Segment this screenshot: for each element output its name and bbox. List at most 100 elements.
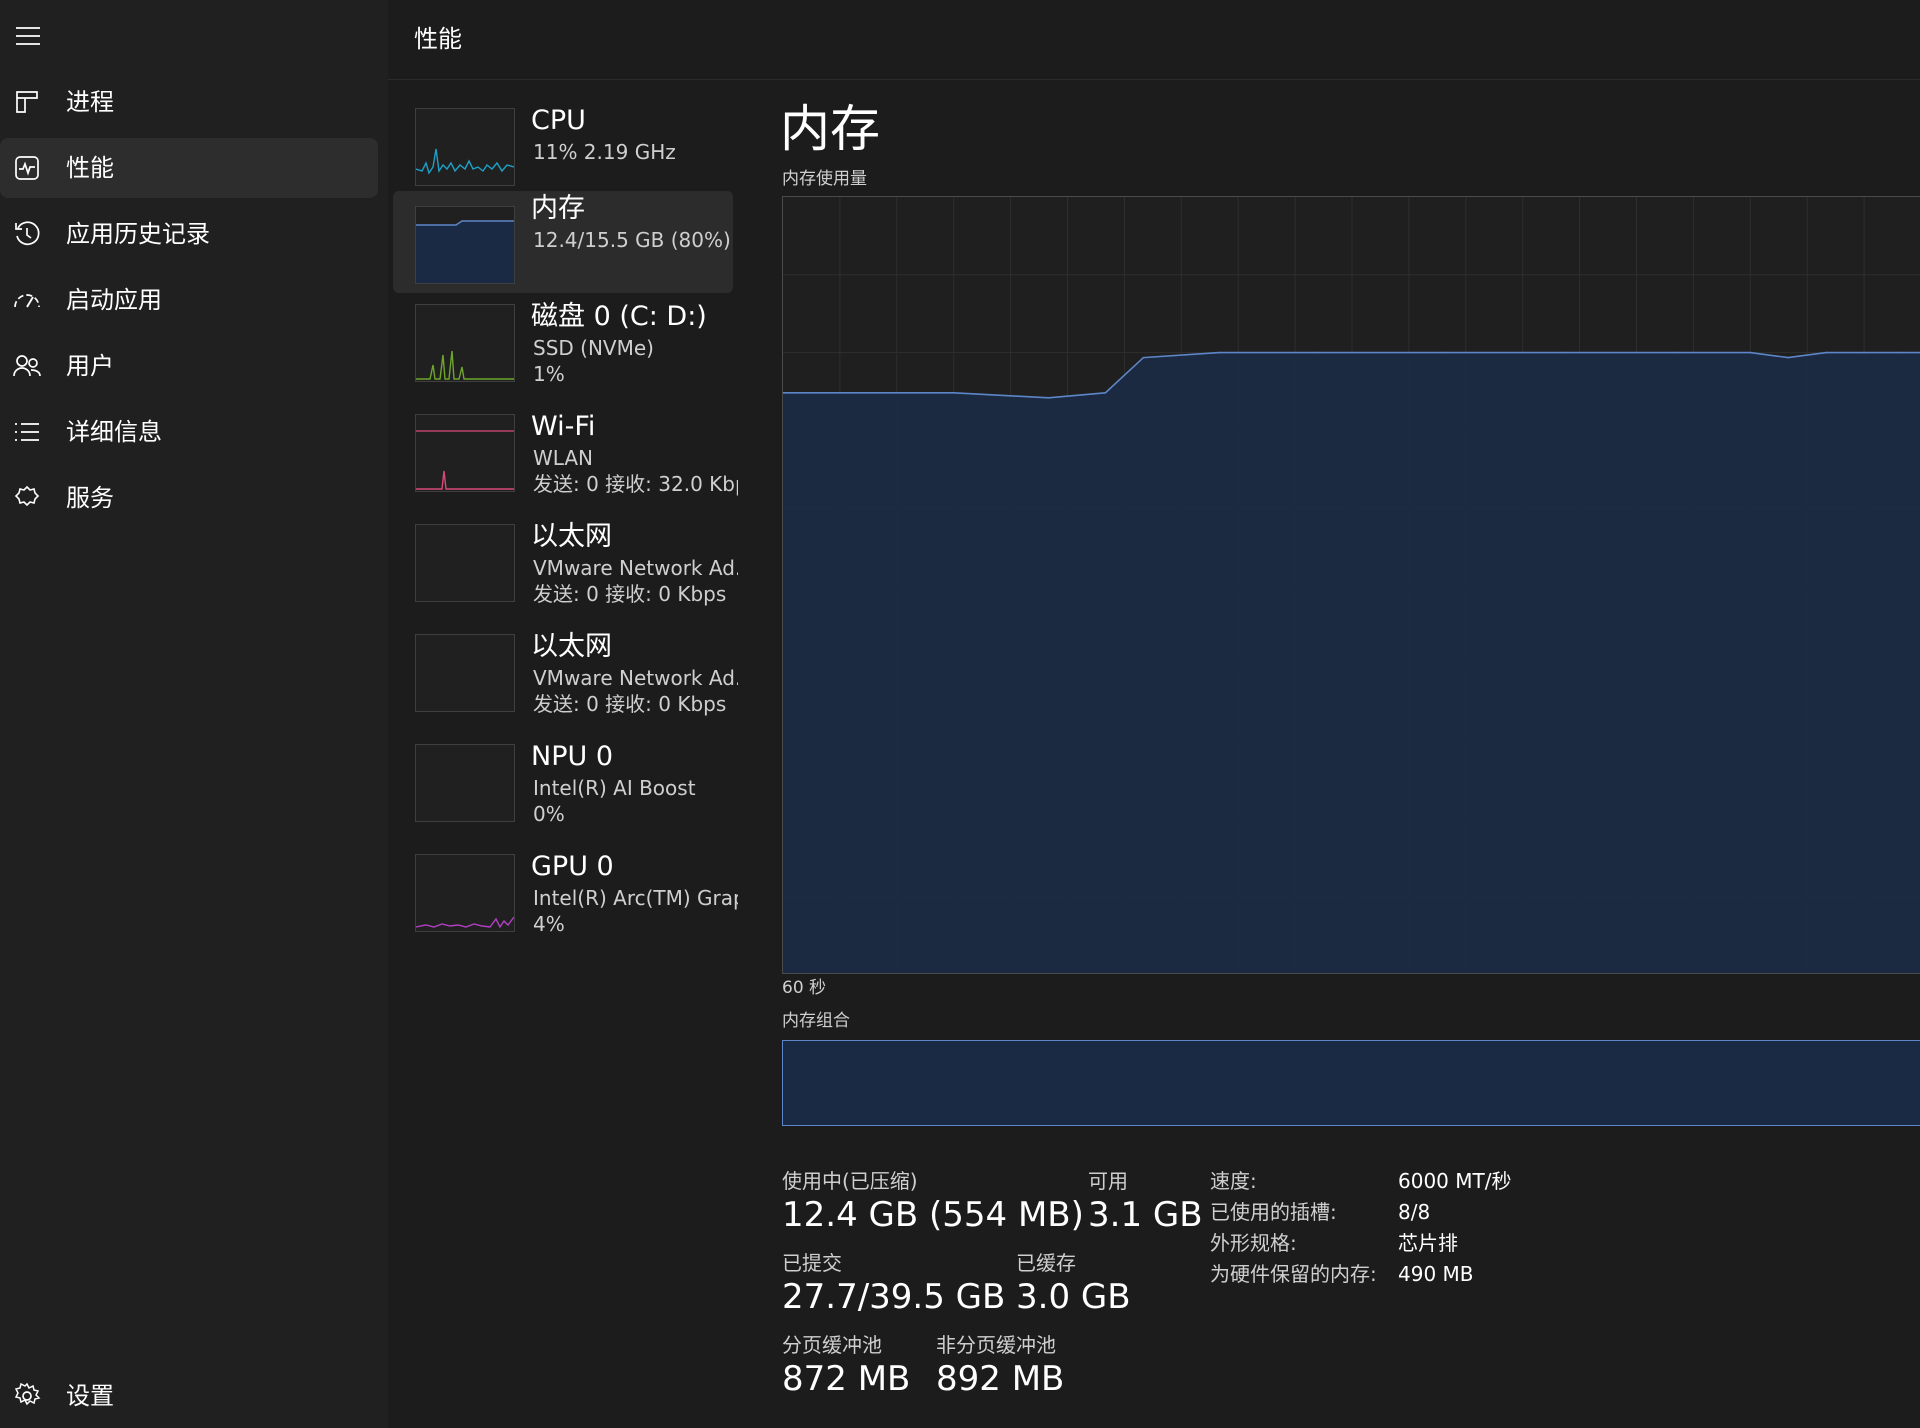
device-subtitle: Intel(R) Arc(TM) Graph... bbox=[533, 886, 738, 910]
sidebar-item-label: 启动应用 bbox=[66, 286, 162, 314]
sidebar-item-users[interactable]: 用户 bbox=[0, 336, 378, 396]
device-item-gpu[interactable]: GPU 0 Intel(R) Arc(TM) Graph... 4% bbox=[393, 849, 738, 951]
in-use-label: 使用中(已压缩) bbox=[782, 1169, 918, 1193]
device-title: 以太网 bbox=[531, 521, 612, 552]
device-subtitle: VMware Network Ad... bbox=[533, 556, 738, 580]
memory-usage-point bbox=[1142, 356, 1145, 359]
available-label: 可用 bbox=[1088, 1169, 1128, 1193]
sidebar-item-details[interactable]: 详细信息 bbox=[0, 402, 378, 462]
sidebar-item-settings[interactable]: 设置 bbox=[0, 1366, 378, 1426]
memory-detail-pane: 内存 内存使用量 60 秒 内存组合 使用中(已压缩) 12.4 GB (554… bbox=[744, 81, 1920, 1428]
device-title: 磁盘 0 (C: D:) bbox=[531, 301, 707, 332]
cpu-thumbnail-graph bbox=[415, 108, 515, 186]
device-item-memory[interactable]: 内存 12.4/15.5 GB (80%) bbox=[393, 191, 733, 293]
device-subtitle: 发送: 0 接收: 0 Kbps bbox=[533, 692, 727, 716]
sidebar-item-app-history[interactable]: 应用历史记录 bbox=[0, 204, 378, 264]
sidebar-item-services[interactable]: 服务 bbox=[0, 468, 378, 528]
committed-label: 已提交 bbox=[782, 1251, 842, 1275]
hardware-reserved-label: 为硬件保留的内存: bbox=[1210, 1262, 1377, 1286]
device-item-disk[interactable]: 磁盘 0 (C: D:) SSD (NVMe) 1% bbox=[393, 299, 733, 401]
device-list: CPU 11% 2.19 GHz 内存 12.4/15.5 GB (80%) 磁… bbox=[388, 81, 744, 1428]
hamburger-menu-button[interactable] bbox=[10, 18, 46, 54]
sidebar-item-label: 用户 bbox=[66, 352, 114, 380]
device-title: Wi-Fi bbox=[531, 411, 596, 442]
memory-usage-point bbox=[1218, 351, 1221, 354]
composition-label: 内存组合 bbox=[782, 1011, 850, 1031]
device-subtitle: 发送: 0 接收: 0 Kbps bbox=[533, 582, 727, 606]
available-value: 3.1 GB bbox=[1088, 1195, 1203, 1235]
app-history-icon bbox=[10, 217, 44, 251]
speed-value: 6000 MT/秒 bbox=[1398, 1169, 1512, 1193]
sidebar: 进程 性能 应用历史记录 启动应用 用户 详细信息 服务 设置 bbox=[0, 0, 388, 1428]
sidebar-item-performance[interactable]: 性能 bbox=[0, 138, 378, 198]
memory-usage-point bbox=[1863, 351, 1865, 354]
cached-value: 3.0 GB bbox=[1016, 1277, 1131, 1317]
hardware-reserved-value: 490 MB bbox=[1398, 1262, 1474, 1286]
page-title: 性能 bbox=[414, 25, 462, 53]
memory-usage-point bbox=[952, 391, 955, 394]
header-bar: 性能 bbox=[388, 0, 1920, 80]
details-icon bbox=[10, 415, 44, 449]
startup-apps-icon bbox=[10, 283, 44, 317]
device-item-cpu[interactable]: CPU 11% 2.19 GHz bbox=[393, 103, 733, 205]
slots-used-value: 8/8 bbox=[1398, 1200, 1431, 1224]
disk-thumbnail-graph bbox=[415, 304, 515, 382]
device-subtitle: 12.4/15.5 GB (80%) bbox=[533, 228, 731, 252]
device-title: GPU 0 bbox=[531, 851, 614, 882]
device-subtitle: SSD (NVMe) bbox=[533, 336, 654, 360]
sidebar-item-label: 详细信息 bbox=[66, 418, 162, 446]
device-title: 以太网 bbox=[531, 631, 612, 662]
users-icon bbox=[10, 349, 44, 383]
device-subtitle: 1% bbox=[533, 362, 565, 386]
cached-label: 已缓存 bbox=[1016, 1251, 1076, 1275]
sidebar-item-label: 性能 bbox=[66, 154, 114, 182]
form-factor-label: 外形规格: bbox=[1210, 1231, 1297, 1255]
memory-usage-point bbox=[858, 391, 860, 394]
memory-usage-chart bbox=[782, 196, 1920, 974]
device-item-ethernet[interactable]: 以太网 VMware Network Ad... 发送: 0 接收: 0 Kbp… bbox=[393, 519, 738, 621]
task-manager-window: 进程 性能 应用历史记录 启动应用 用户 详细信息 服务 设置 性能 CPU 1… bbox=[0, 0, 1920, 1428]
form-factor-value: 芯片排 bbox=[1398, 1231, 1458, 1255]
memory-usage-point bbox=[1313, 351, 1315, 354]
services-icon bbox=[10, 481, 44, 515]
memory-composition-bar bbox=[782, 1040, 1920, 1126]
memory-usage-point bbox=[1901, 351, 1903, 354]
device-title: 内存 bbox=[531, 193, 585, 224]
device-title: NPU 0 bbox=[531, 741, 614, 772]
device-title: CPU bbox=[531, 105, 586, 136]
sidebar-item-startup-apps[interactable]: 启动应用 bbox=[0, 270, 378, 330]
ethernet-thumbnail-graph bbox=[415, 524, 515, 602]
device-item-ethernet[interactable]: 以太网 VMware Network Ad... 发送: 0 接收: 0 Kbp… bbox=[393, 629, 738, 731]
processes-icon bbox=[10, 85, 44, 119]
settings-label: 设置 bbox=[66, 1382, 114, 1410]
device-subtitle: Intel(R) AI Boost bbox=[533, 776, 696, 800]
detail-title: 内存 bbox=[780, 100, 880, 158]
device-subtitle: WLAN bbox=[533, 446, 594, 470]
memory-usage-point bbox=[1446, 351, 1448, 354]
nonpaged-pool-label: 非分页缓冲池 bbox=[936, 1333, 1056, 1357]
device-item-npu[interactable]: NPU 0 Intel(R) AI Boost 0% bbox=[393, 739, 733, 841]
memory-usage-point bbox=[1047, 396, 1050, 399]
sidebar-item-label: 服务 bbox=[66, 484, 114, 512]
sidebar-item-processes[interactable]: 进程 bbox=[0, 72, 378, 132]
device-subtitle: 发送: 0 接收: 32.0 Kbps bbox=[533, 472, 738, 496]
gpu-thumbnail-graph bbox=[415, 854, 515, 932]
ethernet-thumbnail-graph bbox=[415, 634, 515, 712]
device-subtitle: 0% bbox=[533, 802, 565, 826]
gear-icon bbox=[10, 1379, 44, 1413]
paged-pool-label: 分页缓冲池 bbox=[782, 1333, 882, 1357]
slots-used-label: 已使用的插槽: bbox=[1210, 1200, 1337, 1224]
nonpaged-pool-value: 892 MB bbox=[936, 1359, 1065, 1399]
wifi-thumbnail-graph bbox=[415, 414, 515, 492]
device-item-wifi[interactable]: Wi-Fi WLAN 发送: 0 接收: 32.0 Kbps bbox=[393, 409, 738, 511]
time-axis-label: 60 秒 bbox=[782, 978, 827, 998]
performance-icon bbox=[10, 151, 44, 185]
npu-thumbnail-graph bbox=[415, 744, 515, 822]
paged-pool-value: 872 MB bbox=[782, 1359, 911, 1399]
sidebar-item-label: 应用历史记录 bbox=[66, 220, 210, 248]
memory-usage-point bbox=[1559, 351, 1562, 354]
committed-value: 27.7/39.5 GB bbox=[782, 1277, 1006, 1317]
in-use-value: 12.4 GB (554 MB) bbox=[782, 1195, 1084, 1235]
device-subtitle: 11% 2.19 GHz bbox=[533, 140, 676, 164]
memory-usage-point bbox=[1749, 351, 1752, 354]
